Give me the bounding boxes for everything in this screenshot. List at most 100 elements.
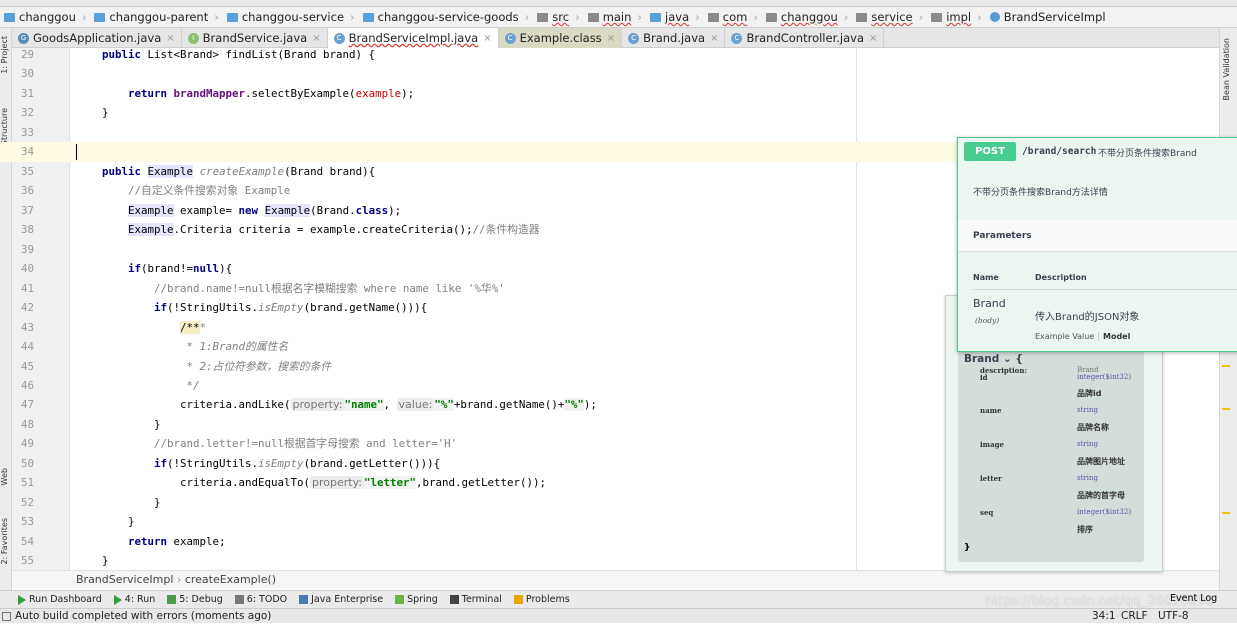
code-token: } [76,554,109,568]
tool-window-run-dashboard[interactable]: Run Dashboard [18,594,102,605]
code-token: .selectByExample( [245,86,356,100]
code-token: * [199,320,207,334]
line-separator[interactable]: CRLF [1121,609,1148,624]
breadcrumb-item[interactable]: changgou-service-goods › [359,10,534,24]
breadcrumb-item[interactable]: BrandServiceImpl [986,10,1110,24]
error-stripe-mark[interactable] [1222,512,1230,514]
breadcrumb-item[interactable]: changgou › [762,10,852,24]
model-field-name: letter [980,474,1002,483]
code-token: Example [147,164,194,178]
line-number: 37 [20,203,34,217]
code-token: } [76,106,109,120]
tool-window--run[interactable]: 4: Run [113,594,155,605]
model-field-type: string [1077,440,1098,448]
tab-label: BrandServiceImpl.java [348,31,479,45]
chevron-right-icon: › [977,10,982,24]
debug-icon [167,595,177,604]
code-token: //条件构造器 [472,223,540,237]
code-token: return [128,86,174,100]
tool-window-java-enterprise[interactable]: Java Enterprise [299,594,383,605]
code-token: Example [128,223,174,237]
model-field-desc: 品牌的首字母 [1077,491,1125,500]
code-line[interactable]: 29 public List<Brand> findList(Brand bra… [0,45,1237,65]
code-token: List<Brand> findList(Brand brand) { [141,48,376,61]
caret-position[interactable]: 34:1 [1092,609,1116,624]
model-title[interactable]: Brand ⌄ { [964,353,1023,365]
code-token: (Brand. [310,203,356,217]
code-token: //自定义条件搜索对象 Example [128,184,291,198]
code-text: /*** [76,318,206,338]
close-icon[interactable]: × [710,33,718,44]
param-name: Brand [973,297,1006,310]
breadcrumb-item[interactable]: java › [646,10,704,24]
breadcrumb-item[interactable]: changgou-parent › [90,10,222,24]
event-log-button[interactable]: Event Log [1170,593,1217,604]
breadcrumb-item[interactable]: changgou › [0,10,90,24]
file-encoding[interactable]: UTF-8 [1158,609,1189,624]
tool-window--debug[interactable]: 5: Debug [167,594,223,605]
model-tab[interactable]: Model [1098,332,1130,341]
line-number: 52 [20,495,34,509]
breadcrumb-item[interactable]: changgou-service › [223,10,359,24]
spring-icon [395,595,405,604]
breadcrumb-item[interactable]: impl › [927,10,986,24]
param-description: 传入Brand的JSON对象 [1035,312,1140,323]
code-text: //brand.letter!=null根据首字母搜索 and letter='… [76,434,457,454]
code-token: +brand.getName()+ [453,398,565,412]
breadcrumb-item[interactable]: main › [584,10,646,24]
tool-window-problems[interactable]: Problems [513,594,570,605]
run-icon [18,594,26,605]
nav-class[interactable]: BrandServiceImpl [76,573,173,586]
line-number: 32 [20,106,34,120]
close-icon[interactable]: × [166,33,174,44]
code-token: //brand.letter!=null根据首字母搜索 and letter='… [154,437,458,451]
code-token: * 2:占位符参数，搜索的条件 [186,359,332,373]
breadcrumb-item[interactable]: service › [852,10,927,24]
line-number: 30 [20,67,34,81]
code-token: "%" [564,398,584,412]
breadcrumb-label: changgou [780,10,838,24]
chevron-right-icon: › [753,10,758,24]
code-text: criteria.andEqualTo(property: "letter",br… [76,473,546,493]
tool-window-label: 6: TODO [246,594,288,605]
navigation-breadcrumb: changgou › changgou-parent › changgou-servic… [0,7,1237,28]
error-stripe-mark[interactable] [1222,408,1230,410]
model-field-type: integer($int32) [1077,373,1132,381]
close-icon[interactable]: × [312,33,320,44]
tool-window-label: Run Dashboard [29,594,102,605]
code-token: return [128,534,174,548]
tool-window-label: 5: Debug [179,594,223,605]
error-stripe-mark[interactable] [1222,365,1230,367]
model-field-type: integer($int32) [1077,508,1132,516]
breadcrumb-label: com [722,10,748,24]
code-line[interactable]: 30 [0,64,1237,84]
breadcrumb-item[interactable]: com › [704,10,762,24]
code-text: public Example createExample(Brand brand… [76,162,375,182]
code-token: (!StringUtils. [167,456,259,470]
code-line[interactable]: 32 } [0,103,1237,123]
line-number: 31 [20,86,34,100]
line-number: 55 [20,554,34,568]
tool-window--todo[interactable]: 6: TODO [234,594,288,605]
code-text: if(brand!=null){ [76,259,232,279]
code-token: example [355,86,402,100]
example-value-tab[interactable]: Example Value [1035,332,1094,341]
code-text: */ [76,376,200,396]
toggle-tool-windows-icon[interactable] [2,612,11,621]
close-icon[interactable]: × [869,33,877,44]
code-token: Example [128,203,174,217]
tool-window-spring[interactable]: Spring [395,594,438,605]
breadcrumb-label: service [871,10,913,24]
close-icon[interactable]: × [607,33,615,44]
tool-window-terminal[interactable]: Terminal [449,594,502,605]
code-text: } [76,551,109,571]
nav-method[interactable]: createExample() [185,573,276,586]
code-token: if [154,456,168,470]
code-line[interactable]: 31 return brandMapper.selectByExample(ex… [0,84,1237,104]
close-icon[interactable]: × [483,33,491,44]
breadcrumb-item[interactable]: src › [533,10,583,24]
code-token: criteria.andEqualTo( [76,476,311,490]
